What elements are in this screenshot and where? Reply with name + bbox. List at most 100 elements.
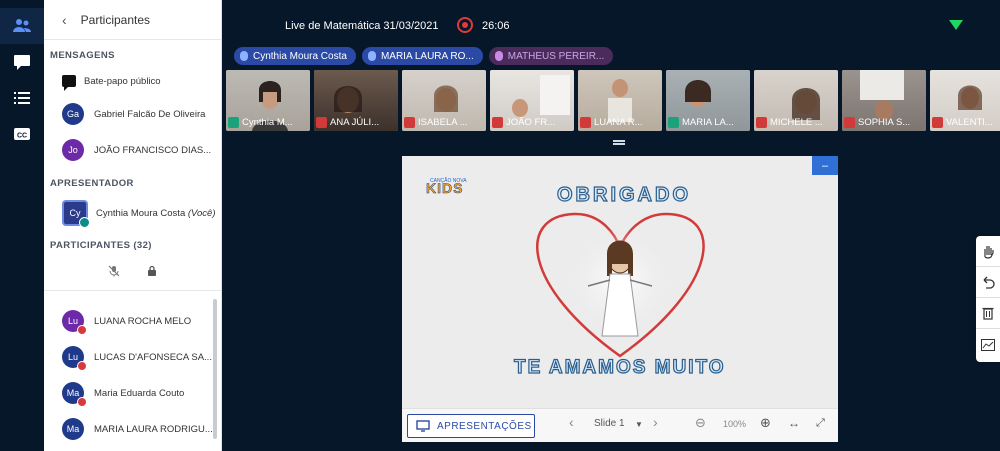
- slide-selector[interactable]: Slide 1: [594, 418, 625, 429]
- avatar: Ma: [62, 382, 87, 407]
- microphone-off-icon: [756, 117, 767, 128]
- slide-footer-text: TE AMAMOS MUITO: [513, 356, 726, 378]
- closed-caption-icon: CC: [14, 128, 30, 140]
- recording-icon[interactable]: [457, 17, 473, 33]
- participant-item[interactable]: Ma Maria Eduarda Couto: [44, 375, 221, 411]
- video-label: MICHELE ...: [756, 116, 836, 129]
- muted-icon: [77, 361, 87, 371]
- video-tile[interactable]: VALENTI...: [930, 70, 1000, 131]
- chevron-left-icon[interactable]: ‹: [62, 12, 67, 28]
- video-name: Cynthia M...: [242, 117, 293, 128]
- multi-user-button[interactable]: [976, 329, 1000, 360]
- message-user-item[interactable]: Ga Gabriel Falcão De Oliveira: [44, 96, 221, 132]
- avatar: Jo: [62, 139, 84, 161]
- presenter-initials: Cy: [69, 208, 81, 218]
- previous-slide-icon[interactable]: ‹: [569, 414, 574, 430]
- minimize-presentation-button[interactable]: –: [812, 156, 838, 175]
- participant-name: LUANA ROCHA MELO: [94, 315, 192, 327]
- presenter-you-label: (Você): [187, 207, 216, 219]
- public-chat-icon: [62, 75, 76, 91]
- avatar-initials: Ma: [66, 388, 80, 398]
- whiteboard-toolbar: [976, 236, 1000, 362]
- next-slide-icon[interactable]: ›: [653, 414, 658, 430]
- zoom-in-icon[interactable]: ⊕: [760, 415, 771, 431]
- panel-header[interactable]: ‹ Participantes: [44, 0, 221, 40]
- connection-signal-icon[interactable]: [949, 20, 963, 30]
- participants-list: Lu LUANA ROCHA MELO Lu LUCAS D'AFONSECA …: [44, 291, 221, 451]
- video-label: ANA JÚLI...: [316, 116, 396, 129]
- fit-width-icon[interactable]: ↔: [788, 416, 800, 430]
- hand-icon: [984, 246, 994, 259]
- message-user-name: Gabriel Falcão De Oliveira: [94, 108, 206, 120]
- microphone-on-icon: [228, 117, 239, 128]
- zoom-out-icon[interactable]: ⊖: [695, 415, 706, 431]
- chat-button[interactable]: [0, 44, 44, 80]
- microphone-off-icon: [932, 117, 943, 128]
- participants-scrollbar[interactable]: [213, 299, 217, 439]
- video-label: ISABELA ...: [404, 116, 484, 129]
- kids-logo: KIDS: [426, 180, 464, 197]
- list-button[interactable]: [0, 80, 44, 116]
- captions-button[interactable]: CC: [0, 116, 44, 152]
- public-chat-item[interactable]: Bate-papo público: [44, 66, 221, 96]
- avatar: Ga: [62, 103, 84, 125]
- video-tile[interactable]: MICHELE ...: [754, 70, 838, 131]
- avatar-initials: Ma: [66, 424, 80, 434]
- participant-name: MARIA LAURA RODRIGU...: [94, 423, 213, 435]
- undo-button[interactable]: [976, 267, 1000, 298]
- video-name: ISABELA ...: [418, 117, 468, 128]
- video-tile[interactable]: LUANA R...: [578, 70, 662, 131]
- participants-panel: ‹ Participantes MENSAGENS Bate-papo públ…: [44, 0, 222, 451]
- chevron-down-icon[interactable]: ▼: [635, 420, 643, 429]
- message-user-name: JOÃO FRANCISCO DIAS...: [94, 144, 212, 156]
- video-label: LUANA R...: [580, 116, 660, 129]
- presentation-area: CANÇÃO NOVA KIDS OBRIGADO TE AMAMOS MUIT…: [402, 156, 838, 442]
- talking-pill[interactable]: Cynthia Moura Costa: [234, 47, 356, 65]
- participants-section-title: PARTICIPANTES (32): [50, 239, 152, 251]
- talking-pill[interactable]: MARIA LAURA RO...: [361, 47, 483, 65]
- clear-button[interactable]: [976, 298, 1000, 329]
- participant-item[interactable]: Ma MARIA LAURA RODRIGU...: [44, 411, 221, 447]
- presenter-status-icon: [79, 217, 90, 228]
- video-tile[interactable]: MARIA LA...: [666, 70, 750, 131]
- resize-handle-icon[interactable]: [613, 140, 625, 145]
- video-label: SOPHIA S...: [844, 116, 924, 129]
- users-button[interactable]: [0, 8, 44, 44]
- list-item-partial: [44, 291, 221, 303]
- microphone-icon: [240, 51, 248, 61]
- talking-name: MARIA LAURA RO...: [380, 50, 474, 62]
- video-tile[interactable]: ISABELA ...: [402, 70, 486, 131]
- presentation-toolbar: APRESENTAÇÕES ‹ Slide 1 ▼ › ⊖ 100% ⊕ ↔ ⤢: [402, 408, 838, 442]
- mute-all-icon[interactable]: [108, 265, 120, 277]
- video-tile[interactable]: SOPHIA S...: [842, 70, 926, 131]
- presenter-name: Cynthia Moura Costa: [96, 207, 186, 219]
- microphone-off-icon: [404, 117, 415, 128]
- participant-name: Maria Eduarda Couto: [94, 387, 185, 399]
- video-tile[interactable]: Cynthia M...: [226, 70, 310, 131]
- presenter-item[interactable]: Cy Cynthia Moura Costa (Você): [44, 194, 221, 232]
- presentations-button[interactable]: APRESENTAÇÕES: [407, 414, 535, 438]
- participant-name: LUCAS D'AFONSECA SA...: [94, 351, 212, 363]
- video-name: MARIA LA...: [682, 117, 734, 128]
- video-label: JOÃO FR...: [492, 116, 572, 129]
- muted-icon: [77, 325, 87, 335]
- users-icon: [13, 19, 31, 32]
- video-name: MICHELE ...: [770, 117, 823, 128]
- talking-pill[interactable]: MATHEUS PEREIR...: [488, 47, 614, 65]
- presentations-label: APRESENTAÇÕES: [437, 420, 532, 432]
- monitor-icon: [416, 420, 430, 432]
- message-user-item[interactable]: Jo JOÃO FRANCISCO DIAS...: [44, 132, 221, 168]
- video-strip: Cynthia M... ANA JÚLI... ISABELA ... JOÃ…: [226, 70, 1000, 131]
- hand-tool-button[interactable]: [976, 236, 1000, 267]
- participant-item[interactable]: Lu LUCAS D'AFONSECA SA...: [44, 339, 221, 375]
- video-name: SOPHIA S...: [858, 117, 911, 128]
- video-tile[interactable]: JOÃO FR...: [490, 70, 574, 131]
- video-tile[interactable]: ANA JÚLI...: [314, 70, 398, 131]
- video-name: LUANA R...: [594, 117, 643, 128]
- list-icon: [14, 92, 30, 104]
- messages-section-title: MENSAGENS: [50, 49, 115, 61]
- svg-text:CC: CC: [17, 133, 27, 140]
- lock-icon[interactable]: [146, 265, 158, 277]
- participant-item[interactable]: Lu LUANA ROCHA MELO: [44, 303, 221, 339]
- fullscreen-icon[interactable]: ⤢: [816, 417, 825, 430]
